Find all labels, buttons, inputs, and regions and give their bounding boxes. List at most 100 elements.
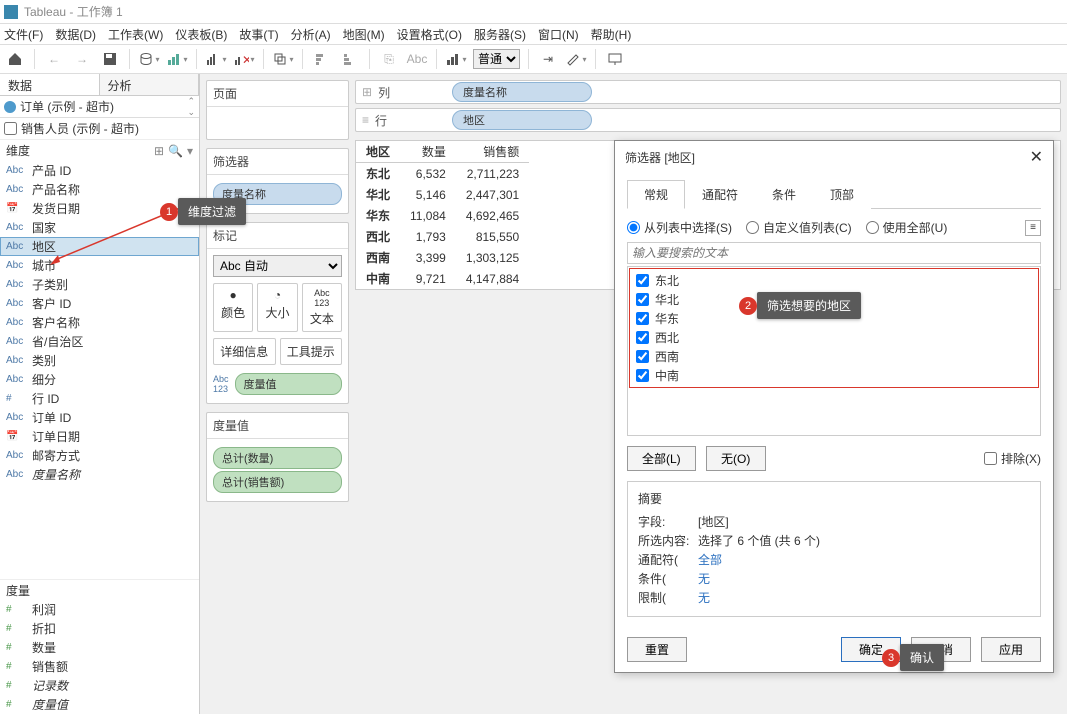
apply-button[interactable]: 应用 bbox=[981, 637, 1041, 662]
measure-item[interactable]: #销售额 bbox=[0, 657, 199, 676]
radio-custom-list[interactable]: 自定义值列表(C) bbox=[746, 219, 852, 236]
options-icon[interactable]: ≡ bbox=[1025, 220, 1041, 236]
salespeople-row[interactable]: 销售人员 (示例 - 超市) bbox=[0, 118, 199, 140]
mark-detail-button[interactable]: 详细信息 bbox=[213, 338, 276, 365]
menu-file[interactable]: 文件(F) bbox=[4, 26, 43, 43]
menu-story[interactable]: 故事(T) bbox=[239, 26, 278, 43]
dimension-item[interactable]: Abc产品名称 bbox=[0, 180, 199, 199]
redo-icon[interactable]: → bbox=[71, 48, 93, 70]
dimension-item[interactable]: Abc细分 bbox=[0, 370, 199, 389]
mark-color-button[interactable]: ●颜色 bbox=[213, 283, 253, 332]
table-row[interactable]: 西北1,793815,550 bbox=[356, 226, 529, 247]
new-datasource-icon[interactable]: ▾ bbox=[138, 48, 160, 70]
undo-icon[interactable]: ← bbox=[43, 48, 65, 70]
filter-value-checkbox[interactable] bbox=[636, 350, 649, 363]
pin-icon[interactable]: ⇥ bbox=[537, 48, 559, 70]
start-page-icon[interactable] bbox=[4, 48, 26, 70]
mark-tooltip-button[interactable]: 工具提示 bbox=[280, 338, 343, 365]
group-icon[interactable]: ⎘ bbox=[378, 48, 400, 70]
mark-size-button[interactable]: ◔大小 bbox=[257, 283, 297, 332]
duplicate-icon[interactable]: ▾ bbox=[272, 48, 294, 70]
close-icon[interactable]: ✕ bbox=[1030, 147, 1043, 167]
new-worksheet-icon[interactable]: ▾ bbox=[166, 48, 188, 70]
datasource-select[interactable]: 订单 (示例 - 超市) ⌃⌄ bbox=[0, 96, 199, 118]
save-icon[interactable] bbox=[99, 48, 121, 70]
table-row[interactable]: 东北6,5322,711,223 bbox=[356, 163, 529, 185]
sort-desc-icon[interactable] bbox=[339, 48, 361, 70]
dimension-item[interactable]: Abc子类别 bbox=[0, 275, 199, 294]
tab-analysis[interactable]: 分析 bbox=[100, 74, 200, 95]
menu-worksheet[interactable]: 工作表(W) bbox=[108, 26, 163, 43]
dimension-item[interactable]: Abc国家 bbox=[0, 218, 199, 237]
tab-general[interactable]: 常规 bbox=[627, 180, 685, 209]
measure-value-pill[interactable]: 总计(数量) bbox=[213, 447, 342, 469]
tab-data[interactable]: 数据 bbox=[0, 74, 100, 95]
menu-analysis[interactable]: 分析(A) bbox=[291, 26, 331, 43]
swap-icon[interactable]: ▾ bbox=[205, 48, 227, 70]
filter-value-checkbox[interactable] bbox=[636, 274, 649, 287]
filter-value-item[interactable]: 中南 bbox=[630, 366, 1038, 385]
sort-asc-icon[interactable] bbox=[311, 48, 333, 70]
dimension-item[interactable]: Abc城市 bbox=[0, 256, 199, 275]
exclude-checkbox[interactable]: 排除(X) bbox=[984, 450, 1041, 467]
filter-value-item[interactable]: 东北 bbox=[630, 271, 1038, 290]
chevron-down-icon[interactable]: ▾ bbox=[187, 144, 193, 158]
select-none-button[interactable]: 无(O) bbox=[706, 446, 766, 471]
table-row[interactable]: 华北5,1462,447,301 bbox=[356, 184, 529, 205]
fit-icon[interactable]: ▾ bbox=[445, 48, 467, 70]
dimension-item[interactable]: #行 ID bbox=[0, 389, 199, 408]
mark-text-pill[interactable]: 度量值 bbox=[235, 373, 342, 395]
filter-search-input[interactable] bbox=[627, 242, 1041, 264]
highlight-icon[interactable]: ▾ bbox=[565, 48, 587, 70]
filter-value-checkbox[interactable] bbox=[636, 369, 649, 382]
dimension-item[interactable]: Abc订单 ID bbox=[0, 408, 199, 427]
measure-value-pill[interactable]: 总计(销售额) bbox=[213, 471, 342, 493]
dimension-item[interactable]: 📅订单日期 bbox=[0, 427, 199, 446]
columns-pill[interactable]: 度量名称 bbox=[452, 82, 592, 102]
search-icon[interactable]: 🔍 bbox=[168, 144, 183, 158]
dimension-item[interactable]: Abc地区 bbox=[0, 237, 199, 256]
measure-item[interactable]: #折扣 bbox=[0, 619, 199, 638]
menu-map[interactable]: 地图(M) bbox=[343, 26, 385, 43]
tab-top[interactable]: 顶部 bbox=[813, 180, 871, 209]
mark-text-button[interactable]: Abc123文本 bbox=[302, 283, 342, 332]
dimension-item[interactable]: Abc产品 ID bbox=[0, 161, 199, 180]
pages-shelf[interactable]: 页面 bbox=[206, 80, 349, 140]
rows-shelf[interactable]: ≡行 地区 bbox=[355, 108, 1061, 132]
measure-item[interactable]: #利润 bbox=[0, 600, 199, 619]
radio-use-all[interactable]: 使用全部(U) bbox=[866, 219, 948, 236]
salespeople-checkbox[interactable] bbox=[4, 122, 17, 135]
dimension-item[interactable]: Abc类别 bbox=[0, 351, 199, 370]
view-icon[interactable]: ⊞ bbox=[154, 144, 164, 158]
menu-window[interactable]: 窗口(N) bbox=[538, 26, 579, 43]
mark-type-select[interactable]: Abc 自动 bbox=[213, 255, 342, 277]
measure-item[interactable]: #数量 bbox=[0, 638, 199, 657]
dimension-item[interactable]: Abc客户 ID bbox=[0, 294, 199, 313]
menu-data[interactable]: 数据(D) bbox=[55, 26, 96, 43]
table-row[interactable]: 中南9,7214,147,884 bbox=[356, 268, 529, 289]
tab-wildcard[interactable]: 通配符 bbox=[685, 180, 755, 209]
menu-dashboard[interactable]: 仪表板(B) bbox=[175, 26, 227, 43]
menu-help[interactable]: 帮助(H) bbox=[591, 26, 632, 43]
fit-select[interactable]: 普通 bbox=[473, 49, 520, 69]
clear-sheet-icon[interactable]: ✕▾ bbox=[233, 48, 255, 70]
dimension-item[interactable]: Abc客户名称 bbox=[0, 313, 199, 332]
filter-value-checkbox[interactable] bbox=[636, 331, 649, 344]
filter-value-item[interactable]: 西北 bbox=[630, 328, 1038, 347]
menu-server[interactable]: 服务器(S) bbox=[474, 26, 526, 43]
filter-value-item[interactable]: 西南 bbox=[630, 347, 1038, 366]
dimension-item[interactable]: Abc省/自治区 bbox=[0, 332, 199, 351]
filter-value-checkbox[interactable] bbox=[636, 312, 649, 325]
table-row[interactable]: 华东11,0844,692,465 bbox=[356, 205, 529, 226]
measure-item[interactable]: #记录数 bbox=[0, 676, 199, 695]
menu-format[interactable]: 设置格式(O) bbox=[397, 26, 462, 43]
measure-item[interactable]: #度量值 bbox=[0, 695, 199, 714]
dimension-item[interactable]: Abc度量名称 bbox=[0, 465, 199, 484]
dialog-titlebar[interactable]: 筛选器 [地区] ✕ bbox=[615, 141, 1053, 173]
radio-from-list[interactable]: 从列表中选择(S) bbox=[627, 219, 732, 236]
reset-button[interactable]: 重置 bbox=[627, 637, 687, 662]
measure-values-shelf[interactable]: 度量值 总计(数量)总计(销售额) bbox=[206, 412, 349, 502]
select-all-button[interactable]: 全部(L) bbox=[627, 446, 696, 471]
presentation-mode-icon[interactable] bbox=[604, 48, 626, 70]
table-row[interactable]: 西南3,3991,303,125 bbox=[356, 247, 529, 268]
